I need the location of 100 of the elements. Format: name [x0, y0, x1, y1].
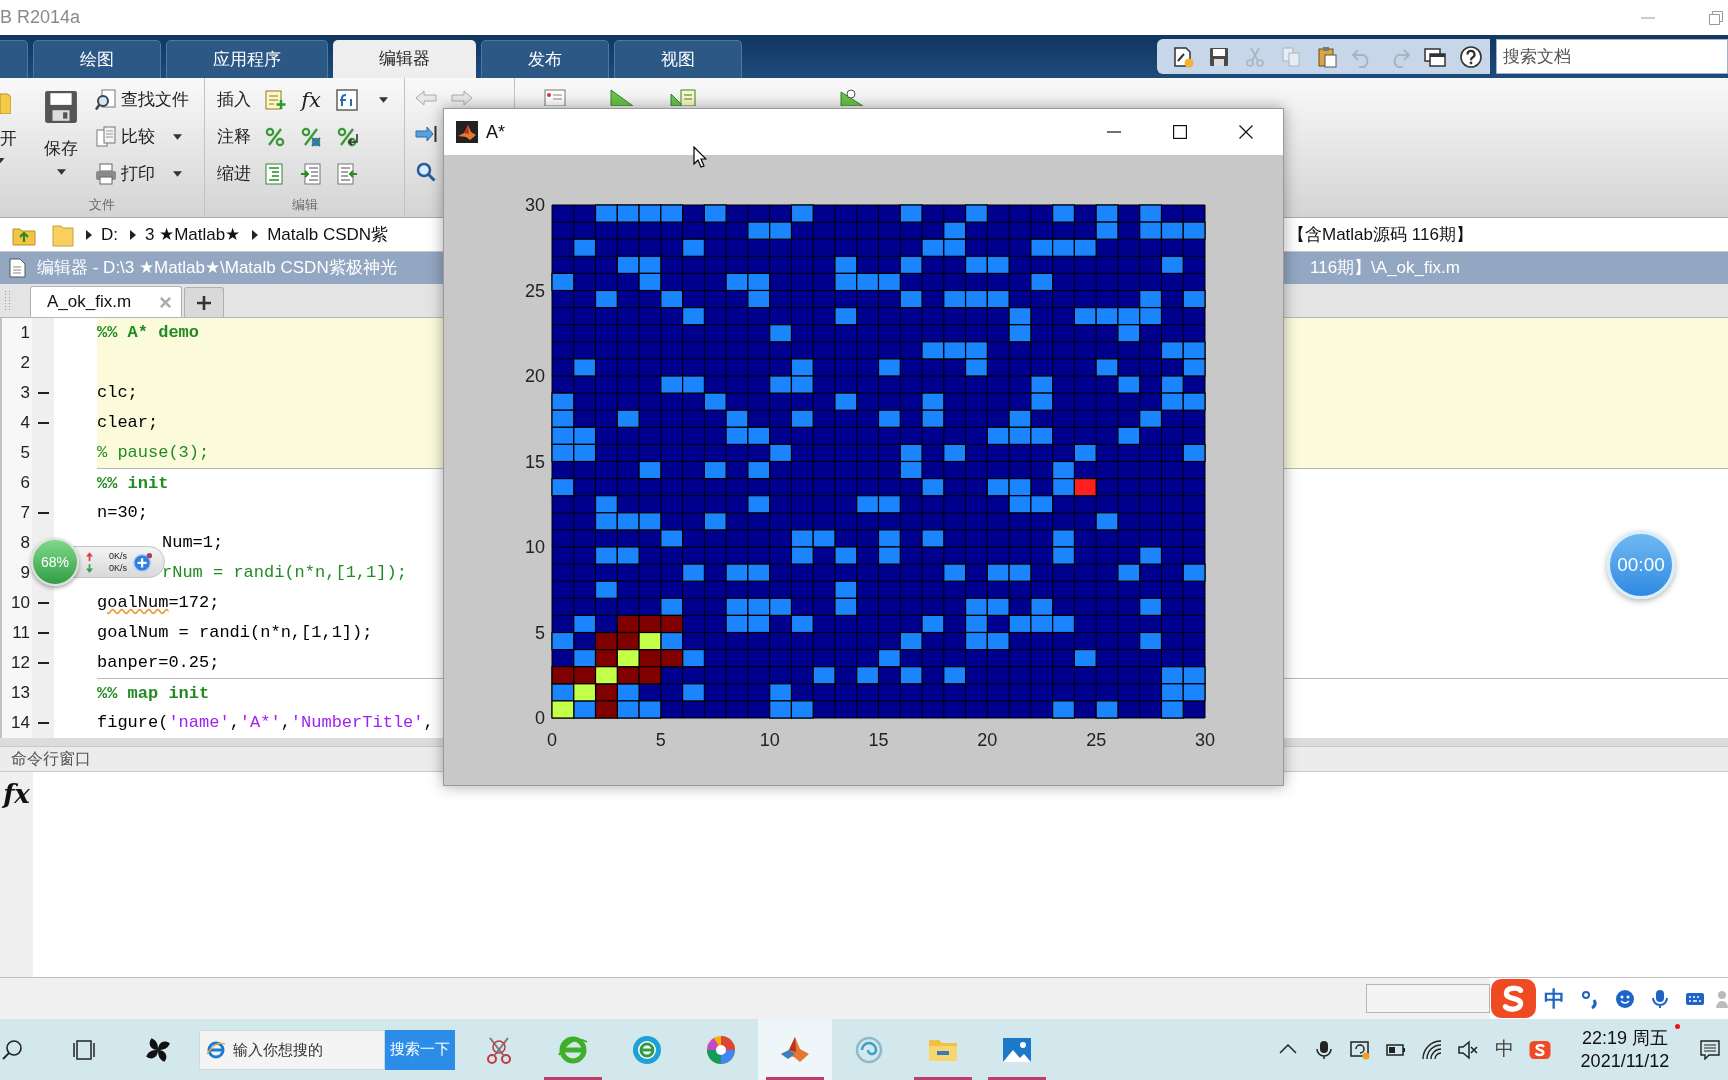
- editor-title: 编辑器 - D:\3 ★Matlab★\Matalb CSDN紫极神光: [37, 257, 397, 280]
- input-mode-button[interactable]: 中: [1486, 1035, 1522, 1064]
- wifi-icon[interactable]: [1422, 1039, 1442, 1060]
- punctuation-icon[interactable]: [1579, 988, 1600, 1009]
- microphone-icon[interactable]: [1649, 988, 1670, 1009]
- ribbon-button[interactable]: 比较: [95, 122, 189, 152]
- insert-function-button[interactable]: fx: [301, 88, 321, 112]
- membrane-logo-icon: [456, 121, 478, 143]
- group-label: 编辑: [290, 196, 319, 215]
- compare-icon: [95, 126, 117, 148]
- search-icon[interactable]: [2, 1038, 24, 1061]
- clock[interactable]: 22:19 周五 2021/11/12: [1580, 1026, 1670, 1073]
- chevron-right-icon[interactable]: [130, 229, 136, 240]
- close-icon[interactable]: [1239, 125, 1253, 139]
- ribbon-button[interactable]: 查找文件: [95, 85, 189, 115]
- plus-circle-icon[interactable]: [133, 552, 153, 572]
- speaker-muted-icon[interactable]: [1458, 1039, 1478, 1060]
- input-mode-button[interactable]: 中: [1537, 982, 1572, 1015]
- search-field[interactable]: 输入你想搜的: [199, 1029, 385, 1070]
- line-number: 10: [10, 592, 31, 614]
- play-icon[interactable]: [609, 89, 635, 106]
- function-box-icon[interactable]: [336, 89, 358, 111]
- path-segment[interactable]: 3 ★Matlab★: [145, 221, 241, 248]
- path-segment[interactable]: Matalb CSDN紫: [267, 221, 389, 248]
- decrease-indent-icon[interactable]: [336, 163, 358, 185]
- line-number: 4: [19, 412, 31, 434]
- notification-icon[interactable]: [1700, 1039, 1720, 1060]
- tab-label[interactable]: A_ok_fix.m: [47, 289, 132, 315]
- window-title: A*: [486, 120, 505, 144]
- line-number: 8: [19, 532, 31, 554]
- tick-label: 10: [524, 537, 545, 557]
- search-icon[interactable]: [415, 161, 437, 183]
- window-stack-icon[interactable]: [1424, 45, 1446, 68]
- caret-icon: [0, 158, 5, 163]
- caret-icon: [56, 169, 66, 175]
- microphone-icon[interactable]: [1314, 1039, 1334, 1060]
- ribbon-button[interactable]: 打印: [95, 159, 189, 189]
- code-line: %% A* demo: [97, 322, 200, 344]
- chevron-right-icon[interactable]: [86, 229, 92, 240]
- caret-icon[interactable]: [378, 97, 388, 103]
- line-number: 13: [10, 682, 31, 704]
- insert-section-icon[interactable]: [264, 89, 286, 111]
- smart-indent-icon[interactable]: [264, 163, 286, 185]
- line-number: 14: [10, 712, 31, 734]
- ribbon-tab[interactable]: 发布: [481, 40, 609, 78]
- code-line: n=30;: [97, 502, 148, 524]
- line-number: 12: [10, 652, 31, 674]
- code-line: clear;: [97, 412, 159, 434]
- pinwheel-icon[interactable]: [144, 1035, 172, 1064]
- maximize-icon[interactable]: [1173, 125, 1187, 139]
- path-segment[interactable]: D:: [101, 221, 118, 248]
- code-line: goalNum = randi(n*n,[1,1]);: [97, 622, 373, 644]
- screen-refresh-icon[interactable]: [1350, 1039, 1370, 1060]
- ribbon-row-label: 注释: [217, 126, 252, 149]
- e-logo-icon: [206, 1039, 226, 1060]
- save-button[interactable]: 保存: [38, 78, 84, 175]
- new-file-icon[interactable]: [1172, 45, 1194, 68]
- upload-speed: 0K/s: [109, 550, 127, 562]
- comment-icon[interactable]: [264, 126, 286, 148]
- sogou-logo-icon[interactable]: [1529, 1039, 1551, 1060]
- timer: 00:00: [1607, 531, 1675, 599]
- code-line: Num=1;: [162, 532, 224, 554]
- code-line: clc;: [97, 382, 138, 404]
- tick-label: 30: [524, 195, 545, 215]
- open-button[interactable]: 开: [0, 78, 16, 163]
- uncomment-icon[interactable]: [300, 126, 322, 148]
- smiley-icon[interactable]: [1614, 988, 1635, 1009]
- task-view-icon[interactable]: [73, 1038, 95, 1061]
- ribbon-row-label: 插入: [217, 89, 252, 112]
- increase-indent-icon[interactable]: [300, 163, 322, 185]
- search-field[interactable]: 搜索文档: [1496, 39, 1728, 74]
- help-icon[interactable]: [1460, 45, 1482, 68]
- save-icon[interactable]: [1208, 45, 1230, 68]
- ribbon-tab[interactable]: 视图: [614, 40, 742, 78]
- restore-icon[interactable]: [1709, 10, 1723, 25]
- go-to-icon[interactable]: [415, 124, 437, 144]
- run-advance-icon[interactable]: [670, 89, 696, 106]
- group-label: 文件: [88, 196, 116, 215]
- ribbon-tab[interactable]: 应用程序: [166, 40, 328, 78]
- line-number: 6: [19, 472, 31, 494]
- taskbar-app-button[interactable]: [758, 1019, 832, 1080]
- paste-icon[interactable]: [1316, 45, 1338, 68]
- grip-icon[interactable]: [4, 289, 11, 312]
- ribbon-tab[interactable]: 绘图: [33, 40, 161, 78]
- document-tab[interactable]: A_ok_fix.m: [30, 286, 182, 317]
- wrap-comment-icon[interactable]: [336, 126, 358, 148]
- chevron-right-icon[interactable]: [252, 229, 259, 240]
- window-title: B R2014a: [0, 6, 81, 29]
- document-icon[interactable]: [544, 89, 566, 106]
- code-line: rNum = randi(n*n,[1,1]);: [162, 562, 407, 584]
- tick-label: 25: [524, 280, 545, 301]
- ribbon-tab[interactable]: 编辑器: [333, 40, 476, 78]
- code-line: %% map init: [97, 682, 210, 705]
- run-timer-icon[interactable]: [839, 89, 865, 106]
- sogou-logo-icon[interactable]: [1490, 978, 1537, 1019]
- function-browser-button[interactable]: fx: [3, 778, 30, 810]
- path-segment[interactable]: 【含Matlab源码 116期】: [1288, 224, 1473, 244]
- add-tab-button[interactable]: [184, 287, 224, 317]
- plus-icon: [197, 295, 211, 310]
- line-number: 1: [19, 322, 31, 344]
